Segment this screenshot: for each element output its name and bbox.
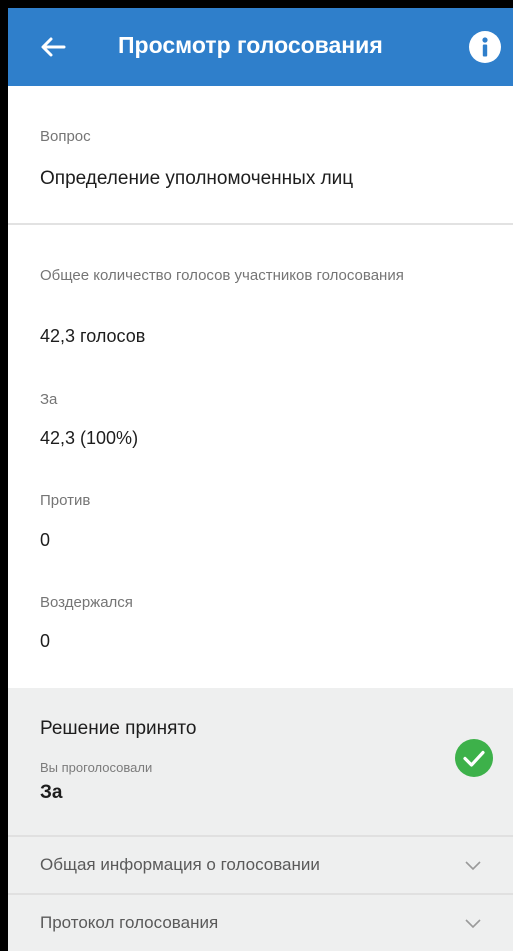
section-label: Протокол голосования: [40, 913, 219, 932]
abstained-label: Воздержался: [40, 594, 133, 611]
chevron-down-icon: [465, 861, 481, 871]
voted-label: Вы проголосовали: [40, 760, 153, 775]
section-general-info[interactable]: Общая информация о голосовании: [8, 835, 513, 893]
info-icon[interactable]: [468, 30, 502, 64]
section-label: Общая информация о голосовании: [40, 855, 320, 874]
page-title: Просмотр голосования: [118, 32, 383, 58]
decision-panel: Решение принято Вы проголосовали За: [8, 688, 513, 835]
question-text: Определение уполномоченных лиц: [40, 168, 354, 189]
divider: [8, 223, 513, 225]
voting-view-screen: Просмотр голосования Вопрос Определение …: [8, 8, 513, 951]
total-votes-label: Общее количество голосов участников голо…: [40, 267, 404, 284]
chevron-down-icon: [465, 919, 481, 929]
for-label: За: [40, 391, 58, 408]
for-value: 42,3 (100%): [40, 428, 139, 448]
question-label: Вопрос: [40, 128, 91, 145]
check-circle-icon: [455, 739, 493, 777]
back-arrow-icon[interactable]: [36, 30, 70, 64]
voted-value: За: [40, 782, 63, 803]
decision-title: Решение принято: [40, 718, 197, 739]
section-protocol[interactable]: Протокол голосования: [8, 893, 513, 951]
app-bar: Просмотр голосования: [8, 8, 513, 86]
against-label: Против: [40, 492, 91, 509]
against-value: 0: [40, 530, 51, 550]
total-votes-value: 42,3 голосов: [40, 326, 146, 346]
abstained-value: 0: [40, 631, 51, 651]
